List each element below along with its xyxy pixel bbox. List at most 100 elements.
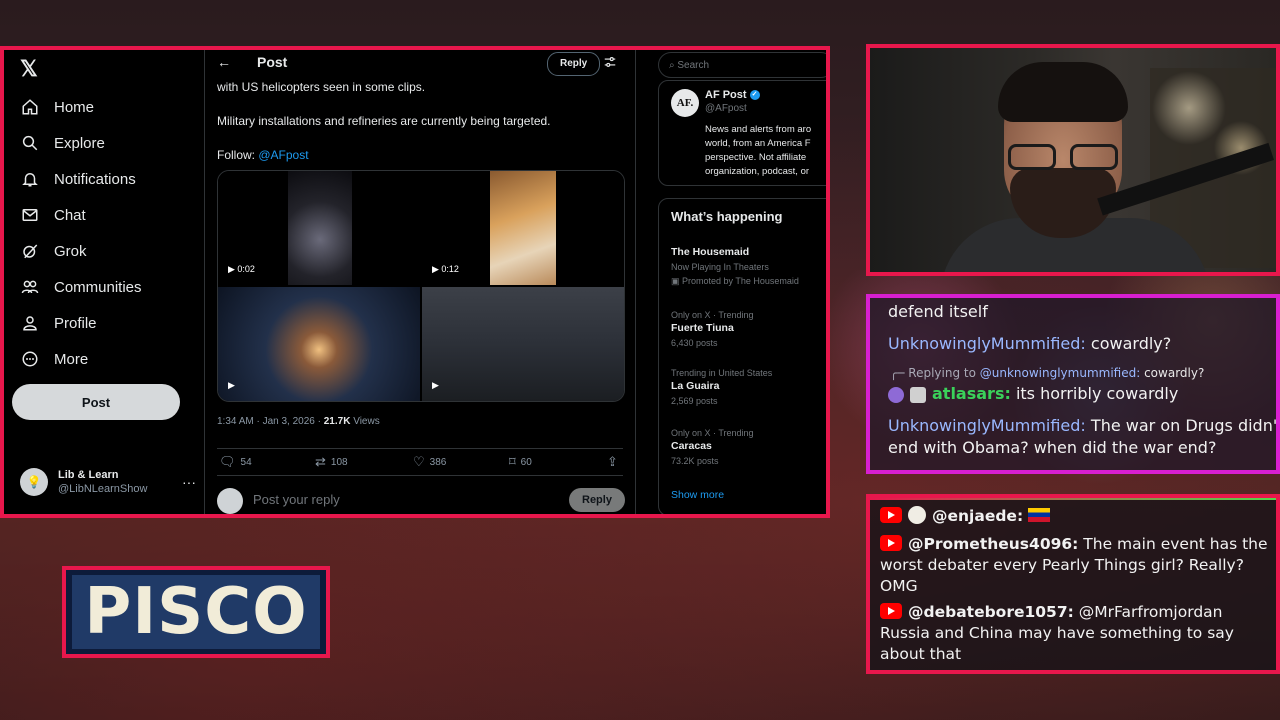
reply-action[interactable]: 🗨 54 [219,454,252,470]
mail-icon [20,205,40,225]
post-column: ← Post Reply with US helicopters seen in… [205,50,636,514]
more-dots-icon[interactable]: ··· [182,474,196,490]
nav-home[interactable]: Home [20,92,94,122]
back-arrow-icon[interactable]: ← [217,54,231,70]
chat-message: @Prometheus4096: The main event has the … [880,535,1268,595]
avatar: 💡 [20,468,48,496]
nav-profile[interactable]: Profile [20,308,97,338]
account-switcher[interactable]: 💡 Lib & Learn @LibNLearnShow ··· [20,468,196,496]
video-thumbnail[interactable]: ▶ 0:02 [218,171,420,285]
repost-action[interactable]: ⇄ 108 [315,454,348,470]
communities-icon [20,277,40,297]
like-action[interactable]: ♡ 386 [413,454,446,470]
reply-input[interactable]: Post your reply [253,492,340,507]
nav-label: Chat [54,206,86,224]
heart-icon: ♡ [413,454,425,469]
tweet-media-grid: ▶ 0:02 ▶ 0:12 ▶ ▶ [217,170,625,402]
name-tag: PISCO [62,566,330,658]
section-title: What’s happening [671,209,783,224]
bookmark-icon: ⌑ [509,454,516,469]
trend-item[interactable]: The Housemaid Now Playing In Theaters ▣ … [671,245,799,288]
nav-chat[interactable]: Chat [20,200,86,230]
nav-more[interactable]: More [20,344,88,374]
repost-icon: ⇄ [315,454,326,469]
follow-link[interactable]: @AFpost [258,148,308,162]
bookmark-action[interactable]: ⌑ 60 [509,454,532,470]
follow-prefix: Follow: [217,148,259,162]
gradient-bar [870,498,1276,500]
profile-bio: News and alerts from aro world, from an … [705,124,812,177]
chat-message: UnknowinglyMummified: The war on Drugs d… [888,416,1280,435]
video-thumbnail[interactable]: ▶ [422,287,624,401]
sliders-icon[interactable] [603,55,617,72]
trend-item[interactable]: Trending in United States La Guaira 2,56… [671,367,772,408]
tweet-timestamp: 1:34 AM · Jan 3, 2026 · 21.7K Views [217,416,380,427]
play-icon: ▶ [432,380,439,390]
home-icon [20,97,40,117]
profile-card[interactable]: AF. AF Post ✓ @AFpost News and alerts fro… [658,80,826,186]
video-duration: ▶ 0:12 [432,264,459,274]
tweet-text-line: Military installations and refineries ar… [217,114,551,128]
tweet-follow-line: Follow: @AFpost [217,148,617,162]
chat-message: @debatebore1057: @MrFarfromjordan Russia… [880,603,1234,663]
youtube-icon [880,603,902,619]
profile-handle: @AFpost [705,103,747,114]
streamer-hair [998,62,1128,122]
badge-icon [888,386,904,403]
search-input[interactable]: ⌕ Search [658,52,826,78]
trend-item[interactable]: Only on X · Trending Caracas 73.2K posts [671,427,754,468]
chat-message: UnknowinglyMummified: cowardly? [888,334,1172,353]
nav-communities[interactable]: Communities [20,272,142,302]
bell-icon [20,169,40,189]
tweet-text-line: with US helicopters seen in some clips. [217,80,426,94]
comment-icon: 🗨 [219,454,236,469]
trend-item[interactable]: Only on X · Trending Fuerte Tiuna 6,430 … [671,309,754,350]
emoji-icon [908,506,926,524]
badge-icon [910,386,926,403]
x-sidebar-nav: 𝕏 Home Explore Notifications Chat Grok C… [4,50,205,514]
nav-label: Home [54,98,95,116]
youtube-icon [880,535,902,551]
glasses [1008,144,1120,172]
search-icon [20,133,40,153]
nav-label: Notifications [54,170,136,188]
reply-button[interactable]: Reply [569,488,625,512]
video-thumbnail[interactable]: ▶ [218,287,420,401]
show-more-link[interactable]: Show more [671,489,724,501]
post-button[interactable]: Post [12,384,180,420]
webcam-feed [866,44,1280,276]
nav-label: Profile [54,314,97,332]
x-logo-icon[interactable]: 𝕏 [20,56,38,82]
avatar: AF. [671,89,699,117]
avatar [217,488,243,514]
page-title: Post [257,54,288,70]
youtube-icon [880,507,902,523]
grok-icon [20,241,40,261]
reply-pill-button[interactable]: Reply [547,52,601,76]
whats-happening-panel: What’s happening The Housemaid Now Playi… [658,198,826,514]
x-browser-window: 𝕏 Home Explore Notifications Chat Grok C… [0,46,830,518]
more-icon [20,349,40,369]
chat-message: defend itself [888,302,988,321]
post-header: ← Post Reply [205,50,635,80]
nav-label: More [54,350,89,368]
account-handle: @LibNLearnShow [58,483,148,495]
share-icon[interactable]: ⇪ [607,454,623,470]
chat-message-continued: end with Obama? when did the war end? [888,438,1217,457]
video-thumbnail[interactable]: ▶ 0:12 [422,171,624,285]
nav-label: Grok [54,242,87,260]
reply-context: ╭─ Replying to @unknowinglymummified: co… [890,366,1205,380]
venezuela-flag-icon [1028,508,1051,522]
nav-explore[interactable]: Explore [20,128,105,158]
nav-notifications[interactable]: Notifications [20,164,136,194]
nav-label: Communities [54,278,142,296]
name-tag-plate: PISCO [72,575,320,649]
nav-grok[interactable]: Grok [20,236,87,266]
reply-composer: Post your reply Reply [217,486,625,514]
profile-name: AF Post ✓ [705,89,760,101]
verified-badge-icon: ✓ [749,90,760,101]
account-name: Lib & Learn [58,469,119,481]
video-duration: ▶ 0:02 [228,264,255,274]
person-icon [20,313,40,333]
chat-message: atlasars: its horribly cowardly [888,384,1178,403]
